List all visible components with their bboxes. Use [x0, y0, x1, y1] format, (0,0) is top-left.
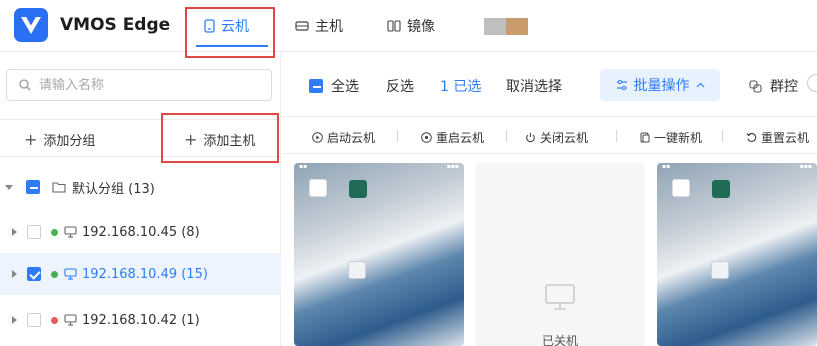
- invert-selection-button[interactable]: 反选: [386, 76, 414, 96]
- new-device-icon: [640, 132, 650, 143]
- batch-label: 批量操作: [633, 78, 690, 94]
- divider: [506, 130, 507, 142]
- app-icon: [711, 261, 729, 279]
- expand-icon[interactable]: [12, 228, 17, 236]
- selection-toolbar: 全选 反选 1 已选 取消选择 批量操作 群控: [282, 53, 817, 117]
- reset-cloud-button[interactable]: 重置云机: [746, 129, 809, 146]
- selected-count: 1 已选: [440, 79, 482, 95]
- tab-image[interactable]: 镜像: [387, 16, 435, 36]
- sliders-icon: [616, 79, 627, 91]
- status-dot-online: [51, 270, 58, 278]
- search-box[interactable]: [6, 69, 272, 101]
- group-checkbox[interactable]: [26, 180, 40, 194]
- app-icon: [309, 179, 327, 197]
- app-icon: [672, 179, 690, 197]
- cloud-phone-card[interactable]: ▪▪ ▪▪▪: [657, 163, 817, 346]
- user-avatar[interactable]: [484, 18, 528, 35]
- monitor-icon: [64, 314, 77, 326]
- expand-icon[interactable]: [12, 316, 17, 324]
- restart-cloud-button[interactable]: 重启云机: [421, 129, 484, 146]
- monitor-off-icon: [545, 284, 575, 310]
- app-icon: [349, 180, 367, 198]
- group-label: 默认分组 (13): [72, 181, 155, 197]
- host-label: 192.168.10.45 (8): [82, 224, 200, 240]
- tab-label: 镜像: [407, 19, 435, 35]
- phone-status-bar: ▪▪ ▪▪▪: [662, 163, 812, 170]
- select-all-checkbox[interactable]: [309, 79, 323, 93]
- plus-icon: +: [24, 130, 38, 149]
- highlight-box-add-host: [161, 113, 279, 163]
- sidebar: + 添加分组 + 添加主机 默认分组 (13) 192.168.10.45 (8…: [0, 53, 281, 346]
- divider: [722, 130, 723, 142]
- reset-icon: [746, 132, 757, 142]
- group-control-toggle[interactable]: [807, 74, 817, 92]
- app-icon: [348, 261, 366, 279]
- action-label: 一键新机: [654, 131, 703, 145]
- status-dot-online: [51, 228, 58, 236]
- action-label: 关闭云机: [540, 131, 589, 145]
- action-toolbar: 启动云机 重启云机 关闭云机 一键新机 重置云机: [282, 118, 817, 154]
- tree-host-row[interactable]: 192.168.10.45 (8): [0, 212, 281, 252]
- status-dot-offline: [51, 316, 58, 324]
- restart-icon: [421, 132, 432, 143]
- group-control-icon: [749, 79, 762, 93]
- play-icon: [312, 132, 323, 143]
- tree-group-default[interactable]: 默认分组 (13): [0, 167, 281, 207]
- folder-icon: [52, 182, 66, 193]
- action-label: 启动云机: [327, 131, 376, 145]
- shutdown-cloud-button[interactable]: 关闭云机: [525, 129, 588, 146]
- powered-off-label: 已关机: [541, 334, 578, 346]
- host-checkbox[interactable]: [27, 267, 41, 281]
- app-window: VMOS Edge 云机 主机 镜像 + 添加分组 +: [0, 0, 817, 346]
- top-bar: VMOS Edge 云机 主机 镜像: [0, 0, 817, 58]
- select-all-label: 全选: [331, 79, 359, 95]
- search-input[interactable]: [39, 77, 239, 93]
- phone-status-bar: ▪▪ ▪▪▪: [299, 163, 459, 170]
- tree-host-row-selected[interactable]: 192.168.10.49 (15): [0, 253, 281, 295]
- brand-name: VMOS Edge: [60, 15, 171, 35]
- host-checkbox[interactable]: [27, 313, 41, 327]
- add-group-button[interactable]: + 添加分组: [24, 130, 96, 150]
- add-group-label: 添加分组: [43, 134, 96, 149]
- divider: [397, 130, 398, 142]
- vmos-logo: [14, 8, 48, 42]
- batch-operation-button[interactable]: 批量操作: [600, 69, 720, 101]
- cloud-phone-card[interactable]: ▪▪ ▪▪▪: [294, 163, 464, 346]
- expand-icon[interactable]: [12, 270, 17, 278]
- one-click-new-button[interactable]: 一键新机: [640, 129, 702, 146]
- tree-host-row[interactable]: 192.168.10.42 (1): [0, 300, 281, 340]
- highlight-box-tab: [185, 7, 275, 58]
- host-label: 192.168.10.42 (1): [82, 312, 200, 328]
- tab-host[interactable]: 主机: [295, 16, 343, 36]
- select-all-button[interactable]: 全选: [309, 76, 359, 96]
- app-icon: [712, 180, 730, 198]
- monitor-icon: [64, 226, 77, 238]
- tab-label: 主机: [315, 19, 343, 35]
- power-icon: [526, 133, 535, 143]
- collapse-icon[interactable]: [5, 184, 13, 190]
- cancel-selection-button[interactable]: 取消选择: [506, 76, 562, 96]
- cloud-phone-card-off[interactable]: 已关机: [475, 163, 645, 346]
- divider: [616, 130, 617, 142]
- host-label: 192.168.10.49 (15): [82, 266, 208, 282]
- search-icon: [19, 79, 31, 91]
- image-icon: [387, 20, 401, 32]
- start-cloud-button[interactable]: 启动云机: [312, 129, 375, 146]
- group-control-button[interactable]: 群控: [749, 76, 798, 96]
- group-control-label: 群控: [770, 79, 798, 95]
- action-label: 重置云机: [761, 131, 810, 145]
- host-icon: [295, 21, 309, 31]
- chevron-up-icon: [696, 82, 704, 88]
- host-checkbox[interactable]: [27, 225, 41, 239]
- action-label: 重启云机: [436, 131, 485, 145]
- monitor-icon: [64, 268, 77, 280]
